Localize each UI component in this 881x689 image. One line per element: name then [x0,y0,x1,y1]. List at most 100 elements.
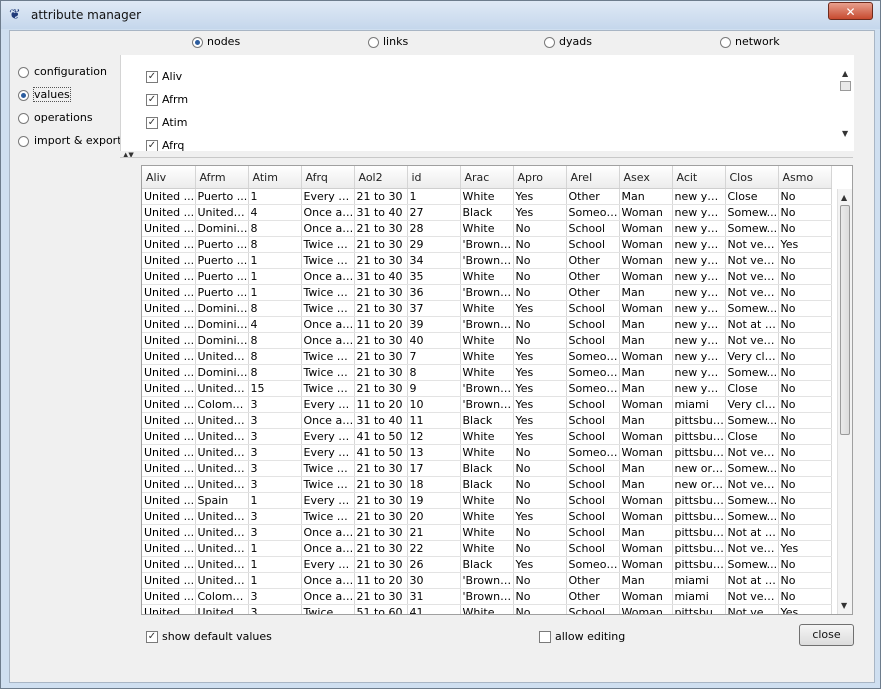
attribute-checkbox-atim[interactable]: ✓ Atim [146,116,187,129]
table-row[interactable]: United ... United ... 3 Every day 41 to 50 12… [142,428,832,445]
table-cell[interactable]: United ... [195,460,249,477]
table-cell[interactable]: 8 [248,332,302,349]
table-cell[interactable]: School [566,604,620,614]
table-cell[interactable]: Not ver... [725,284,779,301]
table-cell[interactable]: 30 [407,572,461,589]
table-cell[interactable]: 21 to 30 [354,540,408,557]
table-cell[interactable]: 'Brown/... [460,396,514,413]
table-cell[interactable]: Somew... [725,220,779,237]
table-cell[interactable]: United ... [142,284,196,301]
table-row[interactable]: United ... Colombia 3 Once a ... 21 to 30 31 '… [142,588,832,605]
table-cell[interactable]: United ... [195,572,249,589]
table-cell[interactable]: Yes [513,188,567,205]
table-cell[interactable]: White [460,332,514,349]
table-cell[interactable]: Once a ... [301,524,355,541]
scroll-up-icon[interactable]: ▲ [841,193,847,202]
table-cell[interactable]: Yes [778,236,832,253]
table-cell[interactable]: United ... [142,300,196,317]
table-row[interactable]: United ... United ... 3 Once a ... 31 to 40 1… [142,412,832,429]
table-cell[interactable]: United ... [195,604,249,614]
table-cell[interactable]: Twice a ... [301,508,355,525]
table-cell[interactable]: Not ver... [725,252,779,269]
table-cell[interactable]: Someon... [566,204,620,221]
table-cell[interactable]: United ... [195,524,249,541]
table-row[interactable]: United ... United ... 8 Twice a ... 21 to 30… [142,348,832,365]
table-cell[interactable]: No [513,284,567,301]
table-cell[interactable]: School [566,540,620,557]
table-cell[interactable]: United ... [195,412,249,429]
table-row[interactable]: United ... United ... 3 Every day 41 to 50 13… [142,444,832,461]
table-cell[interactable]: Man [619,572,673,589]
table-cell[interactable]: 3 [248,396,302,413]
table-cell[interactable]: new york [672,204,726,221]
table-cell[interactable]: United ... [195,444,249,461]
table-row[interactable]: United ... Puerto ... 1 Twice a ... 21 to 30… [142,284,832,301]
table-cell[interactable]: No [778,380,832,397]
table-cell[interactable]: 4 [248,204,302,221]
table-cell[interactable]: No [778,572,832,589]
table-cell[interactable]: No [778,428,832,445]
table-cell[interactable]: Once a ... [301,204,355,221]
table-cell[interactable]: 15 [248,380,302,397]
table-cell[interactable]: new york [672,300,726,317]
table-cell[interactable]: Somew... [725,492,779,509]
table-cell[interactable]: School [566,332,620,349]
table-cell[interactable]: 8 [248,300,302,317]
table-cell[interactable]: No [513,572,567,589]
table-cell[interactable]: No [778,508,832,525]
table-cell[interactable]: 20 [407,508,461,525]
column-header-id[interactable]: id [407,166,461,189]
table-cell[interactable]: 18 [407,476,461,493]
table-cell[interactable]: School [566,428,620,445]
table-cell[interactable]: 1 [248,540,302,557]
table-cell[interactable]: 7 [407,348,461,365]
attribute-checkbox-afrq[interactable]: ✓ Afrq [146,139,184,151]
table-cell[interactable]: United ... [195,348,249,365]
table-cell[interactable]: 3 [248,444,302,461]
table-cell[interactable]: No [778,460,832,477]
table-cell[interactable]: 34 [407,252,461,269]
table-cell[interactable]: new york [672,188,726,205]
table-cell[interactable]: 31 to 40 [354,268,408,285]
table-cell[interactable]: 10 [407,396,461,413]
table-cell[interactable]: 21 to 30 [354,252,408,269]
table-cell[interactable]: White [460,300,514,317]
table-row[interactable]: United ... Colombia 3 Every day 11 to 20 10 'B… [142,396,832,413]
table-cell[interactable]: miami [672,588,726,605]
table-row[interactable]: United ... Dominic... 8 Twice a ... 21 to 30… [142,300,832,317]
table-cell[interactable]: Dominic... [195,220,249,237]
table-cell[interactable]: No [513,524,567,541]
table-cell[interactable]: Colombia [195,588,249,605]
table-cell[interactable]: 'Brown/... [460,316,514,333]
table-cell[interactable]: Woman [619,492,673,509]
table-cell[interactable]: 1 [248,556,302,573]
table-cell[interactable]: Dominic... [195,332,249,349]
table-cell[interactable]: 37 [407,300,461,317]
table-cell[interactable]: Other [566,284,620,301]
table-cell[interactable]: United ... [142,364,196,381]
table-cell[interactable]: United ... [195,476,249,493]
table-cell[interactable]: Not ver... [725,540,779,557]
table-row[interactable]: United ... Puerto ... 8 Twice a ... 21 to 30… [142,236,832,253]
table-cell[interactable]: pittsburgh [672,428,726,445]
table-cell[interactable]: Woman [619,220,673,237]
table-cell[interactable]: Woman [619,428,673,445]
table-cell[interactable]: Other [566,588,620,605]
table-cell[interactable]: White [460,220,514,237]
table-cell[interactable]: School [566,316,620,333]
sidebar-item-values[interactable]: values [18,87,71,102]
table-cell[interactable]: No [513,236,567,253]
table-cell[interactable]: pittsburgh [672,508,726,525]
table-cell[interactable]: United ... [142,476,196,493]
table-row[interactable]: United ... United ... 15 Twice a ... 21 to 3… [142,380,832,397]
table-cell[interactable]: Twice a ... [301,380,355,397]
table-row[interactable]: United ... United ... 3 Twice a ... 51 to 60… [142,604,832,614]
table-cell[interactable]: 39 [407,316,461,333]
show-default-values-checkbox[interactable]: ✓ show default values [146,630,272,643]
table-cell[interactable]: new york [672,316,726,333]
table-cell[interactable]: United ... [142,508,196,525]
table-cell[interactable]: 27 [407,204,461,221]
table-cell[interactable]: 3 [248,476,302,493]
table-cell[interactable]: Yes [513,556,567,573]
table-cell[interactable]: 21 to 30 [354,364,408,381]
